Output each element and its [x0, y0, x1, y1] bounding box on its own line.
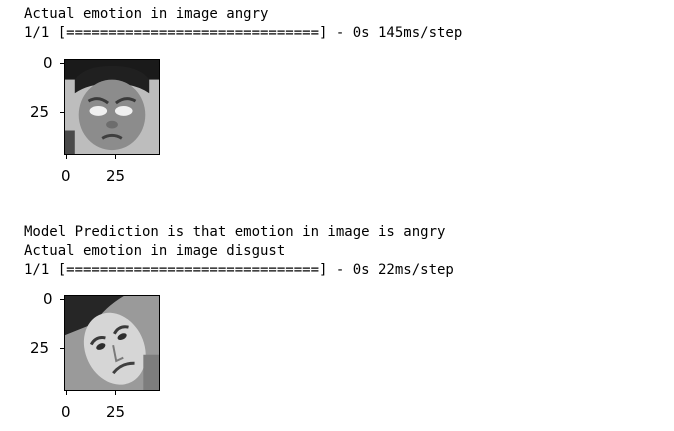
- x-tick: [66, 391, 67, 395]
- y-tick-label-25: 25: [30, 103, 50, 121]
- output-line-actual-emotion-1: Actual emotion in image angry: [24, 6, 269, 22]
- output-line-model-prediction: Model Prediction is that emotion in imag…: [24, 224, 446, 240]
- output-line-progress-1: 1/1 [==============================] - 0…: [24, 25, 463, 41]
- x-tick-label-0: 0: [61, 403, 71, 421]
- face-image-icon: [65, 296, 159, 390]
- x-tick-label-0: 0: [61, 167, 71, 185]
- y-tick-label-25: 25: [30, 339, 50, 357]
- x-tick-label-25: 25: [106, 403, 126, 421]
- x-tick: [66, 155, 67, 159]
- output-line-actual-emotion-2: Actual emotion in image disgust: [24, 243, 286, 259]
- x-tick: [115, 391, 116, 395]
- image-plot-1: 0 25 0 25: [0, 55, 160, 195]
- x-tick: [115, 155, 116, 159]
- output-line-progress-2: 1/1 [==============================] - 0…: [24, 262, 454, 278]
- x-tick-label-25: 25: [106, 167, 126, 185]
- image-plot-2: 0 25 0 25: [0, 291, 160, 431]
- face-image-angry: [64, 59, 160, 155]
- face-image-icon: [65, 60, 159, 154]
- y-tick-label-0: 0: [43, 54, 53, 72]
- y-tick-label-0: 0: [43, 290, 53, 308]
- face-image-disgust: [64, 295, 160, 391]
